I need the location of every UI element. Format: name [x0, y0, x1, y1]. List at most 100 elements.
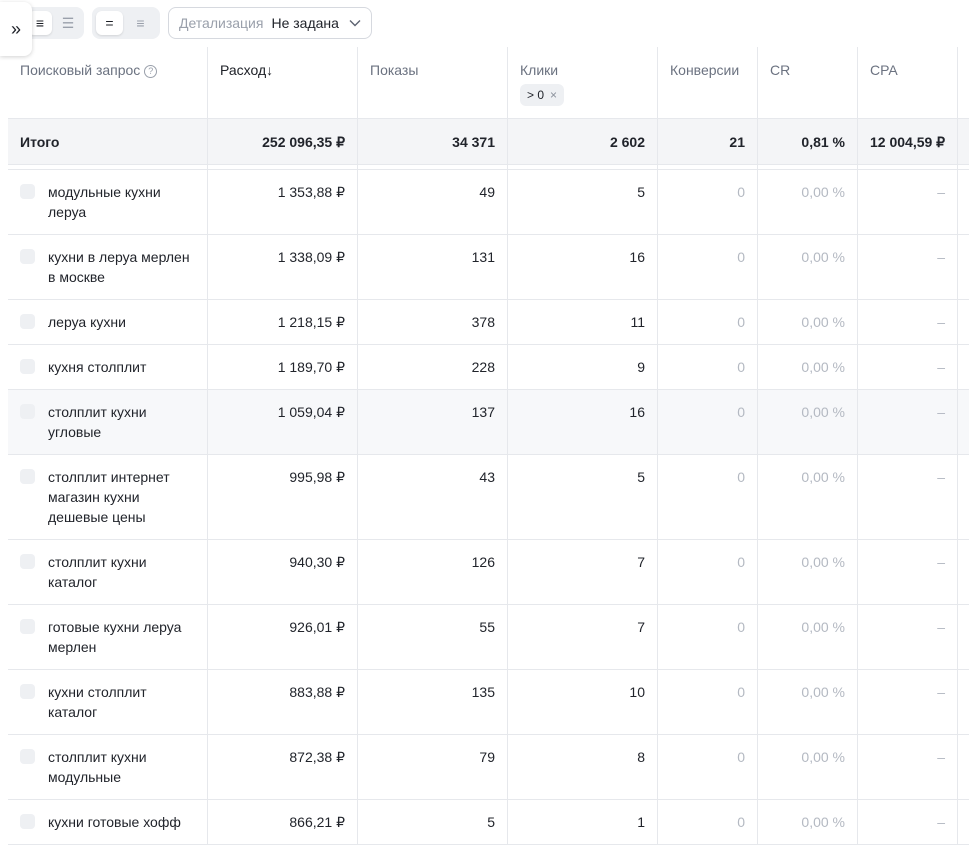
table-row[interactable]: готовые кухни леруа мерлен 926,01 ₽55 7 0 0,…	[8, 605, 969, 670]
table-row[interactable]: кухни столплит каталог 883,88 ₽135 10 0 0,00…	[8, 670, 969, 735]
query-text: столплит интернет магазин кухни дешевые …	[48, 469, 170, 525]
column-header-spend[interactable]: Расход↓	[208, 47, 358, 118]
column-header-query[interactable]: Поисковый запрос?	[8, 47, 208, 118]
spend-cell: 1 218,15 ₽	[208, 300, 358, 344]
cpa-cell: –	[858, 670, 958, 734]
column-spacer	[958, 455, 969, 539]
column-header-conversions[interactable]: Конверсии	[658, 47, 758, 118]
cpa-cell: –	[858, 540, 958, 604]
column-spacer	[958, 390, 969, 454]
row-checkbox[interactable]	[20, 184, 35, 199]
row-checkbox[interactable]	[20, 359, 35, 374]
row-checkbox[interactable]	[20, 554, 35, 569]
compact-list-icon[interactable]: ☰	[56, 11, 80, 35]
table-row[interactable]: столплит кухни каталог 940,30 ₽126 7 0 0,00 …	[8, 540, 969, 605]
row-checkbox[interactable]	[20, 314, 35, 329]
cpa-cell: –	[858, 605, 958, 669]
table-header: Поисковый запрос? Расход↓ Показы Клики >…	[8, 47, 969, 119]
cr-cell: 0,00 %	[758, 390, 858, 454]
help-icon[interactable]: ?	[144, 65, 158, 78]
total-clicks: 2 602	[508, 119, 658, 164]
view-mode-switch-1: ≡ ☰	[24, 7, 84, 39]
cpa-cell: –	[858, 235, 958, 299]
spend-cell: 883,88 ₽	[208, 670, 358, 734]
sort-down-icon: ↓	[266, 62, 274, 78]
row-checkbox[interactable]	[20, 619, 35, 634]
density-switch: = ≡	[92, 7, 160, 39]
cpa-cell: –	[858, 455, 958, 539]
query-cell: столплит кухни модульные	[8, 735, 208, 799]
column-label: CPA	[870, 62, 898, 78]
column-label: Показы	[370, 62, 419, 78]
clicks-filter-chip[interactable]: > 0 ×	[520, 84, 565, 106]
shows-cell: 228	[358, 345, 508, 389]
row-checkbox[interactable]	[20, 684, 35, 699]
detail-label: Детализация	[179, 15, 264, 31]
cr-cell: 0,00 %	[758, 800, 858, 844]
column-spacer	[958, 170, 969, 234]
row-checkbox[interactable]	[20, 249, 35, 264]
cpa-cell: –	[858, 300, 958, 344]
close-icon[interactable]: ×	[550, 85, 557, 105]
query-cell: столплит кухни каталог	[8, 540, 208, 604]
column-spacer	[958, 605, 969, 669]
clicks-cell: 7	[508, 605, 658, 669]
toolbar: » ≡ ☰ = ≡ Детализация Не задана	[0, 0, 969, 56]
query-cell: столплит интернет магазин кухни дешевые …	[8, 455, 208, 539]
table-row[interactable]: леруа кухни 1 218,15 ₽378 11 0 0,00 % –	[8, 300, 969, 345]
column-header-cr[interactable]: CR	[758, 47, 858, 118]
total-row: Итого 252 096,35 ₽ 34 371 2 602 21 0,81 …	[8, 119, 969, 165]
query-cell: модульные кухни леруа	[8, 170, 208, 234]
separator-cell	[758, 165, 858, 169]
shows-cell: 5	[358, 800, 508, 844]
column-spacer	[958, 670, 969, 734]
query-cell: столплит кухни угловые	[8, 390, 208, 454]
expand-sidebar-button[interactable]: »	[0, 2, 32, 56]
query-cell: леруа кухни	[8, 300, 208, 344]
row-checkbox[interactable]	[20, 404, 35, 419]
query-cell: кухня столплит	[8, 345, 208, 389]
separator-cell	[8, 165, 208, 169]
column-spacer	[958, 47, 969, 118]
column-spacer	[958, 300, 969, 344]
conversions-cell: 0	[658, 170, 758, 234]
spend-cell: 1 059,04 ₽	[208, 390, 358, 454]
clicks-cell: 11	[508, 300, 658, 344]
cpa-cell: –	[858, 345, 958, 389]
spend-cell: 1 189,70 ₽	[208, 345, 358, 389]
query-text: кухни столплит каталог	[48, 684, 147, 720]
column-header-clicks[interactable]: Клики > 0 ×	[508, 47, 658, 118]
conversions-cell: 0	[658, 235, 758, 299]
separator-cell	[858, 165, 958, 169]
density-compact-icon[interactable]: ≡	[127, 11, 154, 35]
density-normal-icon[interactable]: =	[96, 11, 123, 35]
table-row[interactable]: столплит кухни модульные 872,38 ₽79 8 0 0,00…	[8, 735, 969, 800]
row-checkbox[interactable]	[20, 749, 35, 764]
query-text: столплит кухни угловые	[48, 404, 147, 440]
cpa-cell: –	[858, 390, 958, 454]
spend-cell: 1 338,09 ₽	[208, 235, 358, 299]
table-row[interactable]: столплит кухни угловые 1 059,04 ₽137 16 0 0,…	[8, 390, 969, 455]
cpa-cell: –	[858, 800, 958, 844]
conversions-cell: 0	[658, 605, 758, 669]
table-row[interactable]: модульные кухни леруа 1 353,88 ₽49 5 0 0,00 …	[8, 170, 969, 235]
column-header-shows[interactable]: Показы	[358, 47, 508, 118]
row-checkbox[interactable]	[20, 814, 35, 829]
clicks-cell: 16	[508, 390, 658, 454]
table-row[interactable]: столплит интернет магазин кухни дешевые …	[8, 455, 969, 540]
column-header-cpa[interactable]: CPA	[858, 47, 958, 118]
cr-cell: 0,00 %	[758, 735, 858, 799]
shows-cell: 79	[358, 735, 508, 799]
clicks-cell: 9	[508, 345, 658, 389]
conversions-cell: 0	[658, 455, 758, 539]
shows-cell: 137	[358, 390, 508, 454]
table-row[interactable]: кухни готовые хофф 866,21 ₽5 1 0 0,00 % –	[8, 800, 969, 845]
table-row[interactable]: кухни в леруа мерлен в москве 1 338,09 ₽1…	[8, 235, 969, 300]
column-label: Конверсии	[670, 62, 740, 78]
table-row[interactable]: кухня столплит 1 189,70 ₽228 9 0 0,00 % –	[8, 345, 969, 390]
row-checkbox[interactable]	[20, 469, 35, 484]
separator-cell	[358, 165, 508, 169]
detail-select[interactable]: Детализация Не задана	[168, 7, 372, 39]
shows-cell: 43	[358, 455, 508, 539]
spend-cell: 995,98 ₽	[208, 455, 358, 539]
